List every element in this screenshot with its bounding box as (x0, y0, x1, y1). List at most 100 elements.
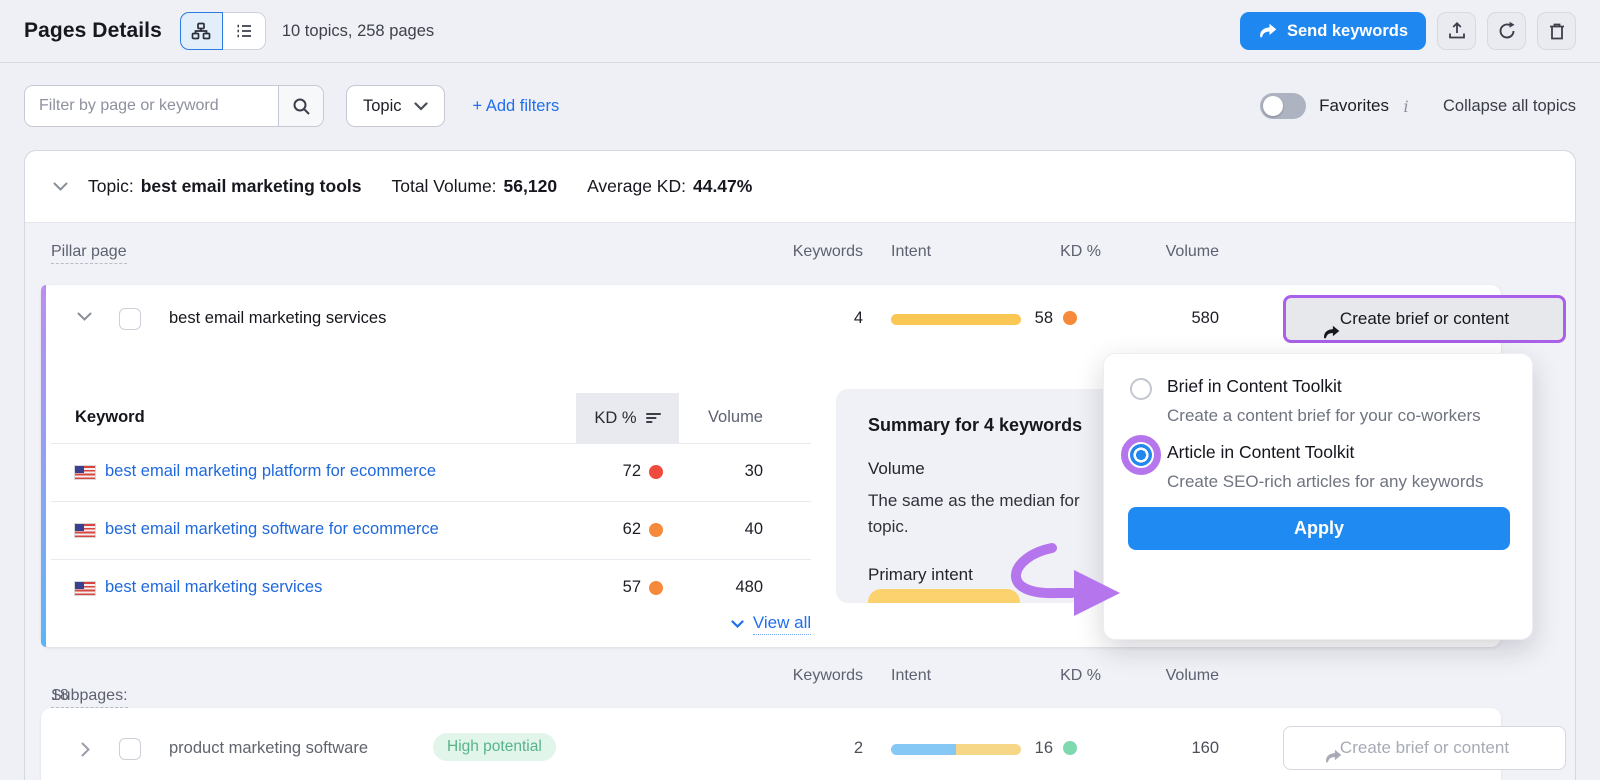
view-toggle (180, 12, 266, 50)
chevron-down-icon[interactable] (77, 312, 92, 322)
send-keywords-label: Send keywords (1287, 22, 1408, 41)
subpage-title: product marketing software (169, 739, 368, 758)
keywords-column-label: Keywords (763, 667, 863, 685)
avg-kd-value: 44.47% (693, 176, 752, 197)
keywords-table-header: Keyword KD % Volume (51, 393, 811, 443)
us-flag-icon (75, 466, 95, 479)
upload-icon (1447, 21, 1467, 41)
kd-sort-header[interactable]: KD % (576, 393, 679, 443)
collapse-all-topics-button[interactable]: Collapse all topics (1443, 97, 1576, 116)
delete-button[interactable] (1537, 12, 1576, 50)
pillar-columns-header: Pillar page Keywords Intent KD % Volume (25, 223, 1575, 285)
row-checkbox[interactable] (119, 308, 141, 330)
forward-arrow-icon (1258, 23, 1277, 40)
topic-header[interactable]: Topic: best email marketing tools Total … (25, 151, 1575, 223)
filter-bar: Topic + Add filters Favorites i Collapse… (0, 63, 1600, 149)
add-filters-button[interactable]: + Add filters (473, 97, 560, 116)
keywords-column-label: Keywords (763, 243, 863, 261)
row-checkbox[interactable] (119, 738, 141, 760)
keyword-kd: 72 (545, 462, 641, 481)
search-button[interactable] (278, 86, 323, 126)
keyword-row: best email marketing software for ecomme… (51, 501, 811, 559)
keywords-table: Keyword KD % Volume best email marketing… (51, 393, 811, 611)
search-input[interactable] (25, 86, 278, 126)
radio-article-selected[interactable] (1130, 444, 1152, 466)
trash-icon (1548, 22, 1566, 41)
kd-difficulty-dot (1063, 311, 1077, 325)
pages-details-screen: Pages Details (0, 0, 1600, 780)
kd-difficulty-dot (649, 581, 663, 595)
kd-column-label: KD % (594, 409, 636, 428)
brief-option-description: Create a content brief for your co-worke… (1167, 403, 1487, 429)
chevron-down-icon (53, 182, 68, 192)
kd-difficulty-dot (649, 523, 663, 537)
export-button[interactable] (1437, 12, 1476, 50)
total-volume-value: 56,120 (504, 176, 558, 197)
send-keywords-button[interactable]: Send keywords (1240, 12, 1426, 50)
kd-difficulty-dot (1063, 741, 1077, 755)
keyword-kd: 62 (545, 520, 641, 539)
chevron-down-icon (731, 620, 744, 629)
keyword-kd: 57 (545, 578, 641, 597)
forward-arrow-icon (1322, 325, 1340, 341)
commercial-intent-pill (868, 589, 1020, 603)
pillar-volume-value: 580 (1131, 309, 1219, 328)
topic-filter-label: Topic (363, 97, 402, 116)
subpages-columns-header: Subpages: 18 Keywords Intent KD % Volume (25, 647, 1575, 709)
keyword-row: best email marketing services 57 480 (51, 559, 811, 611)
favorites-label: Favorites (1319, 96, 1389, 116)
kd-column-label: KD % (996, 243, 1101, 261)
topic-label: Topic: (88, 176, 134, 197)
sitemap-icon (191, 21, 211, 41)
subpage-row[interactable]: product marketing software High potentia… (41, 720, 1501, 776)
topic-filter-dropdown[interactable]: Topic (346, 85, 445, 127)
pillar-page-column-label[interactable]: Pillar page (51, 243, 127, 264)
article-option-label: Article in Content Toolkit (1167, 442, 1487, 463)
pillar-page-title: best email marketing services (169, 309, 386, 328)
keyword-link[interactable]: best email marketing services (105, 578, 322, 597)
create-brief-label: Create brief or content (1340, 309, 1509, 329)
view-all-label: View all (753, 613, 811, 635)
intent-column-label: Intent (891, 243, 931, 261)
create-brief-button[interactable]: Create brief or content (1283, 295, 1566, 343)
filter-search (24, 85, 324, 127)
kd-column-label: KD % (996, 667, 1101, 685)
radio-brief-unselected[interactable] (1130, 378, 1152, 400)
volume-column-label: Volume (1131, 667, 1219, 685)
chevron-right-icon[interactable] (81, 742, 91, 757)
favorites-toggle[interactable] (1260, 93, 1306, 119)
high-potential-badge: High potential (433, 733, 556, 761)
article-option[interactable]: Article in Content Toolkit Create SEO-ri… (1104, 442, 1532, 495)
brief-option[interactable]: Brief in Content Toolkit Create a conten… (1104, 376, 1532, 429)
refresh-button[interactable] (1487, 12, 1526, 50)
pillar-page-row[interactable]: best email marketing services 4 58 580 C… (41, 285, 1501, 353)
avg-kd-label: Average KD: (587, 176, 686, 197)
keyword-column-label: Keyword (75, 408, 145, 427)
kd-difficulty-dot (649, 465, 663, 479)
keyword-row: best email marketing platform for ecomme… (51, 443, 811, 501)
keyword-link[interactable]: best email marketing platform for ecomme… (105, 462, 436, 481)
subpages-count: 18 (51, 687, 69, 705)
keyword-volume: 480 (675, 578, 763, 597)
subpage-kd-value: 16 (971, 739, 1053, 758)
create-content-popup: Brief in Content Toolkit Create a conten… (1103, 353, 1533, 640)
chevron-down-icon (414, 102, 428, 111)
create-brief-button[interactable]: Create brief or content (1283, 726, 1566, 770)
article-option-description: Create SEO-rich articles for any keyword… (1167, 469, 1487, 495)
us-flag-icon (75, 582, 95, 595)
view-list-button[interactable] (223, 12, 266, 50)
total-volume-label: Total Volume: (391, 176, 496, 197)
intent-column-label: Intent (891, 667, 931, 685)
page-title: Pages Details (24, 19, 162, 43)
brief-option-label: Brief in Content Toolkit (1167, 376, 1487, 397)
keyword-link[interactable]: best email marketing software for ecomme… (105, 520, 439, 539)
info-icon[interactable]: i (1399, 97, 1413, 116)
topic-name: best email marketing tools (141, 176, 362, 197)
apply-button[interactable]: Apply (1128, 507, 1510, 550)
topics-pages-count: 10 topics, 258 pages (282, 22, 434, 41)
forward-arrow-icon (1324, 749, 1342, 765)
view-hierarchy-button[interactable] (180, 12, 223, 50)
volume-column-label: Volume (675, 408, 763, 427)
toggle-knob (1263, 96, 1283, 116)
pillar-kd-value: 58 (971, 309, 1053, 328)
